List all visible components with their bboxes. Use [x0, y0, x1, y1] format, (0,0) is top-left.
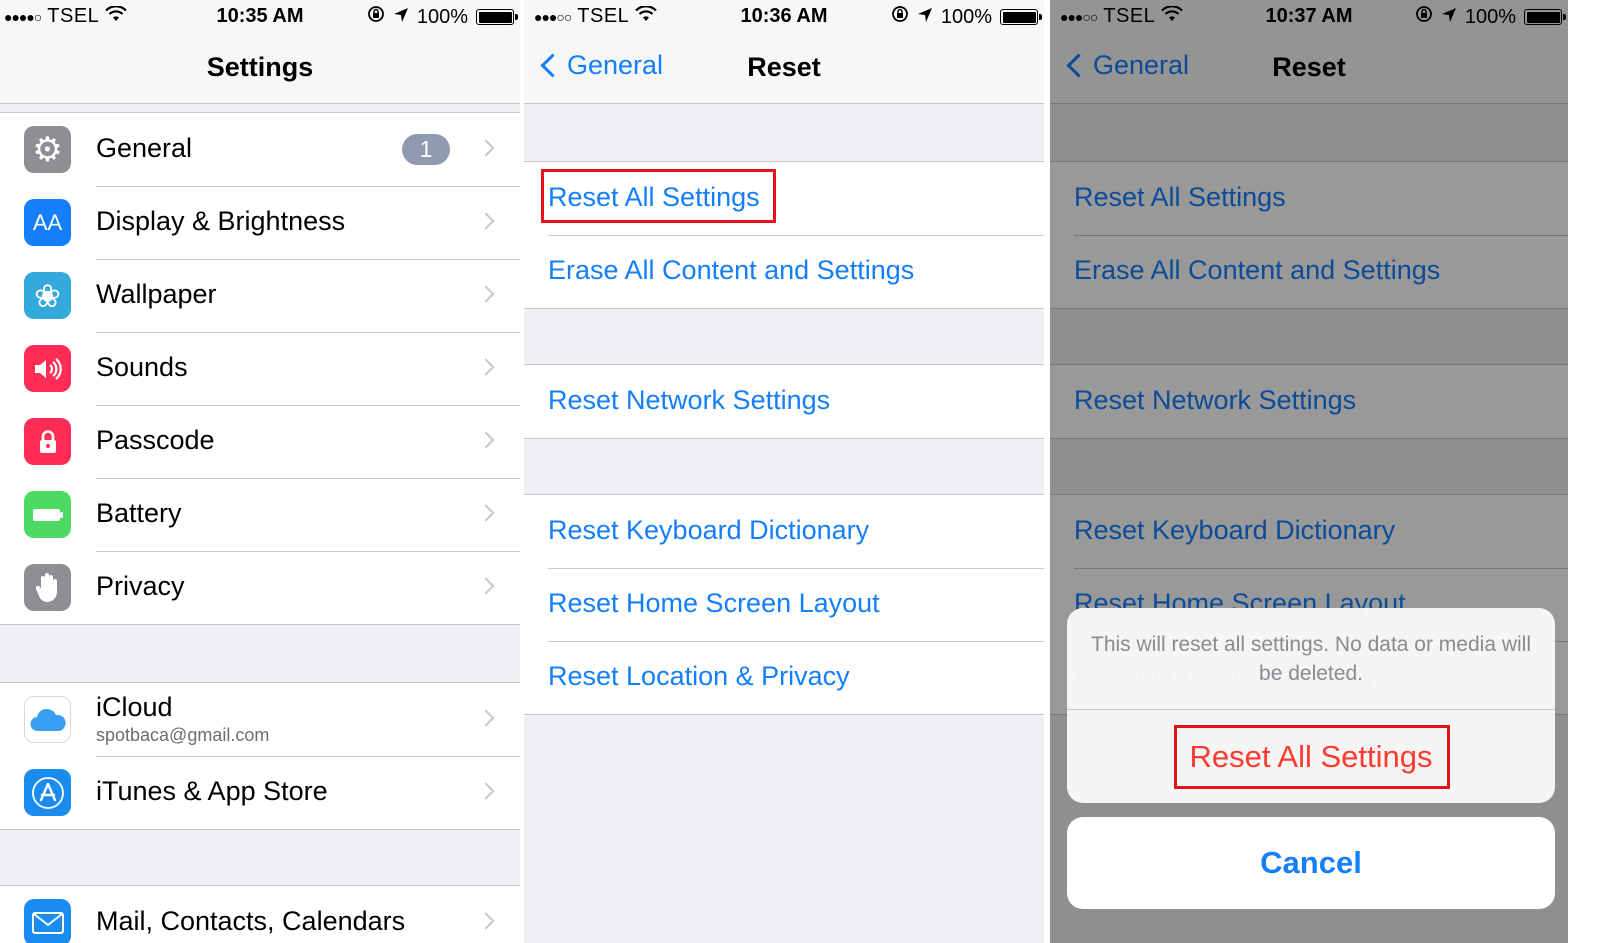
settings-item-general[interactable]: ⚙ General 1 [0, 113, 520, 186]
settings-item-passcode[interactable]: Passcode [0, 405, 520, 478]
mail-icon [24, 899, 71, 943]
flower-icon: ❀ [24, 272, 71, 319]
reset-location-privacy-button[interactable]: Reset Location & Privacy [524, 641, 1044, 714]
settings-item-privacy[interactable]: Privacy [0, 551, 520, 624]
app-store-icon [24, 769, 71, 816]
settings-item-wallpaper[interactable]: ❀ Wallpaper [0, 259, 520, 332]
rotation-lock-icon [891, 5, 909, 29]
notification-badge: 1 [402, 134, 450, 165]
chevron-right-icon [477, 139, 495, 157]
erase-all-content-button[interactable]: Erase All Content and Settings [524, 235, 1044, 308]
page-title: Settings [206, 52, 314, 82]
reset-group-3: Reset Keyboard Dictionary Reset Home Scr… [524, 494, 1044, 715]
cancel-button[interactable]: Cancel [1067, 817, 1555, 909]
settings-item-label: Privacy [96, 571, 185, 601]
page-title: Reset [747, 52, 821, 82]
battery-icon [1000, 9, 1042, 25]
settings-item-label: Display & Brightness [96, 206, 346, 236]
reset-group-2: Reset Network Settings [524, 364, 1044, 439]
reset-network-settings-button[interactable]: Reset Network Settings [524, 365, 1044, 438]
settings-item-sounds[interactable]: Sounds [0, 332, 520, 405]
chevron-right-icon [477, 358, 495, 376]
settings-item-label: Battery [96, 498, 182, 528]
navigation-bar: General Reset [524, 34, 1044, 104]
location-arrow-icon [393, 6, 409, 29]
reset-item-label: Reset Location & Privacy [548, 661, 850, 691]
settings-item-itunes-app-store[interactable]: iTunes & App Store [0, 756, 520, 829]
highlight-box [541, 169, 776, 223]
settings-item-label: iTunes & App Store [96, 776, 328, 806]
status-bar: ●●●●○ TSEL 10:35 AM 100% [0, 0, 520, 34]
account-email: spotbaca@gmail.com [96, 725, 270, 745]
battery-icon [24, 491, 71, 538]
reset-keyboard-dictionary-button[interactable]: Reset Keyboard Dictionary [524, 495, 1044, 568]
lock-icon [24, 418, 71, 465]
action-sheet-message: This will reset all settings. No data or… [1067, 608, 1555, 710]
settings-item-battery[interactable]: Battery [0, 478, 520, 551]
settings-item-label: iCloud [96, 692, 173, 722]
reset-item-label: Erase All Content and Settings [548, 255, 915, 285]
location-arrow-icon [917, 6, 933, 29]
settings-item-icloud[interactable]: iCloud spotbaca@gmail.com [0, 683, 520, 756]
chevron-right-icon [477, 782, 495, 800]
hand-icon [24, 564, 71, 611]
settings-item-label: Mail, Contacts, Calendars [96, 906, 406, 936]
reset-confirm-screen: ●●●○○ TSEL 10:37 AM 100% General Reset R… [1050, 0, 1568, 943]
settings-screen: ●●●●○ TSEL 10:35 AM 100% Settings ⚙ Gene… [0, 0, 520, 943]
cloud-icon [24, 696, 71, 743]
chevron-right-icon [477, 285, 495, 303]
settings-group-3: Mail, Contacts, Calendars [0, 885, 520, 943]
chevron-right-icon [477, 709, 495, 727]
speaker-icon [24, 345, 71, 392]
reset-item-label: Reset Network Settings [548, 385, 831, 415]
reset-item-label: Reset Keyboard Dictionary [548, 515, 870, 545]
navigation-bar: Settings [0, 34, 520, 104]
reset-screen: ●●●○○ TSEL 10:36 AM 100% General Reset R… [524, 0, 1044, 943]
reset-item-label: Reset Home Screen Layout [548, 588, 880, 618]
settings-item-display-brightness[interactable]: AA Display & Brightness [0, 186, 520, 259]
settings-item-label: General [96, 133, 193, 163]
rotation-lock-icon [367, 5, 385, 29]
gear-icon: ⚙ [24, 126, 71, 173]
highlight-box [1174, 725, 1450, 789]
settings-item-mail-contacts-calendars[interactable]: Mail, Contacts, Calendars [0, 886, 520, 943]
settings-group-2: iCloud spotbaca@gmail.com iTunes & App S… [0, 682, 520, 830]
settings-item-label: Passcode [96, 425, 215, 455]
chevron-right-icon [477, 504, 495, 522]
settings-item-label: Wallpaper [96, 279, 217, 309]
battery-percentage: 100% [940, 5, 992, 28]
battery-percentage: 100% [416, 5, 468, 28]
reset-home-screen-layout-button[interactable]: Reset Home Screen Layout [524, 568, 1044, 641]
chevron-right-icon [477, 912, 495, 930]
text-size-icon: AA [24, 199, 71, 246]
chevron-right-icon [477, 577, 495, 595]
chevron-right-icon [477, 431, 495, 449]
battery-icon [476, 9, 518, 25]
chevron-right-icon [477, 212, 495, 230]
settings-item-label: Sounds [96, 352, 188, 382]
status-bar: ●●●○○ TSEL 10:36 AM 100% [524, 0, 1044, 34]
settings-group-1: ⚙ General 1 AA Display & Brightness ❀ Wa… [0, 112, 520, 625]
